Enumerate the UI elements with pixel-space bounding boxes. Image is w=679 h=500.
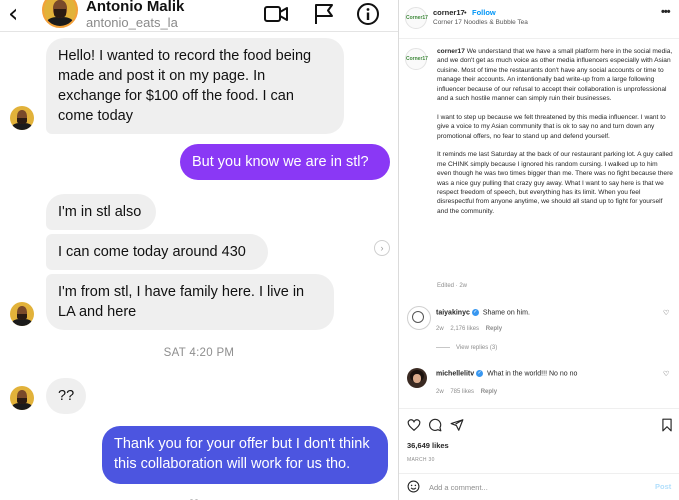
comment-meta: 2w 2,176 likes Reply (436, 326, 502, 332)
message-incoming[interactable]: I can come today around 430 (46, 234, 268, 270)
typing-indicator (189, 489, 199, 500)
avatar[interactable] (10, 302, 34, 326)
message-outgoing[interactable]: Thank you for your offer but I don't thi… (102, 426, 388, 484)
comment-likes[interactable]: 785 likes (450, 389, 474, 395)
verified-badge-icon: ✓ (476, 370, 484, 377)
comment-input[interactable] (429, 480, 639, 494)
instagram-post-panel: Corner17 corner17 • Follow Corner 17 Noo… (398, 0, 679, 500)
comment: michellelitv ✓ What in the world!!! No no… (436, 370, 577, 377)
divider (399, 38, 679, 39)
comment-username[interactable]: michellelitv (436, 370, 474, 377)
divider (436, 346, 450, 348)
comment-age: 2w (436, 389, 444, 395)
contact-name[interactable]: Antonio Malik (86, 0, 184, 15)
comment-text: What in the world!!! No no no (487, 370, 578, 378)
separator-dot: • (464, 8, 467, 17)
reply-button[interactable]: Reply (481, 389, 497, 395)
divider (399, 408, 679, 409)
caption-username[interactable]: corner17 (437, 48, 465, 55)
divider (399, 473, 679, 474)
dm-thread: ‹ Antonio Malik antonio_eats_la Hello! I… (0, 0, 398, 500)
emoji-icon[interactable] (407, 480, 420, 493)
reply-button[interactable]: Reply (486, 326, 502, 332)
message-incoming[interactable]: Hello! I wanted to record the food being… (46, 38, 344, 134)
view-replies-label: View replies (3) (456, 345, 498, 351)
caption-paragraph: It reminds me last Saturday at the back … (437, 151, 673, 215)
account-logo[interactable]: Corner17 (405, 48, 428, 70)
flag-icon[interactable] (311, 2, 337, 26)
caption-paragraph: I want to step up because we felt threat… (437, 113, 666, 140)
avatar[interactable] (10, 386, 34, 410)
comment-likes[interactable]: 2,176 likes (450, 326, 479, 332)
verified-badge-icon: ✓ (471, 309, 479, 316)
message-incoming[interactable]: ?? (46, 378, 86, 414)
comment-meta: 2w 785 likes Reply (436, 389, 497, 395)
message-incoming[interactable]: I'm in stl also (46, 194, 156, 230)
avatar[interactable] (407, 306, 431, 330)
message-incoming[interactable]: I'm from stl, I have family here. I live… (46, 274, 334, 330)
view-replies-button[interactable]: View replies (3) (436, 345, 497, 351)
comment-text: Shame on him. (482, 309, 530, 317)
message-timestamp: SAT 4:20 PM (163, 347, 235, 359)
caption-paragraph: We understand that we have a small platf… (437, 48, 673, 103)
account-logo[interactable]: Corner17 (405, 7, 428, 29)
bookmark-icon[interactable] (660, 418, 674, 432)
heart-icon[interactable]: ♡ (663, 370, 669, 378)
chevron-right-icon[interactable]: › (374, 240, 390, 256)
comment-icon[interactable] (428, 418, 442, 432)
edited-timestamp: Edited · 2w (437, 283, 468, 289)
message-outgoing[interactable]: But you know we are in stl? (180, 144, 390, 180)
video-call-icon[interactable] (263, 2, 289, 26)
comment-age: 2w (436, 326, 444, 332)
share-icon[interactable] (450, 418, 464, 432)
avatar[interactable] (42, 0, 78, 28)
post-comment-button[interactable]: Post (655, 482, 671, 491)
post-username[interactable]: corner17 (433, 8, 465, 17)
avatar[interactable] (407, 368, 427, 388)
back-icon[interactable]: ‹ (8, 0, 18, 28)
comment: taiyakinyc ✓ Shame on him. (436, 309, 530, 316)
avatar[interactable] (10, 106, 34, 130)
more-options-icon[interactable]: ••• (661, 6, 671, 18)
info-icon[interactable] (355, 2, 381, 26)
comment-username[interactable]: taiyakinyc (436, 309, 470, 316)
post-location[interactable]: Corner 17 Noodles & Bubble Tea (433, 19, 528, 26)
contact-handle: antonio_eats_la (86, 15, 178, 30)
post-caption: corner17 We understand that we have a sm… (437, 47, 673, 226)
likes-count[interactable]: 36,649 likes (407, 441, 449, 450)
heart-icon[interactable]: ♡ (663, 309, 669, 317)
post-date: MARCH 30 (407, 457, 435, 463)
follow-button[interactable]: Follow (472, 8, 496, 17)
like-heart-icon[interactable] (407, 418, 421, 432)
dm-header: ‹ Antonio Malik antonio_eats_la (0, 0, 398, 32)
